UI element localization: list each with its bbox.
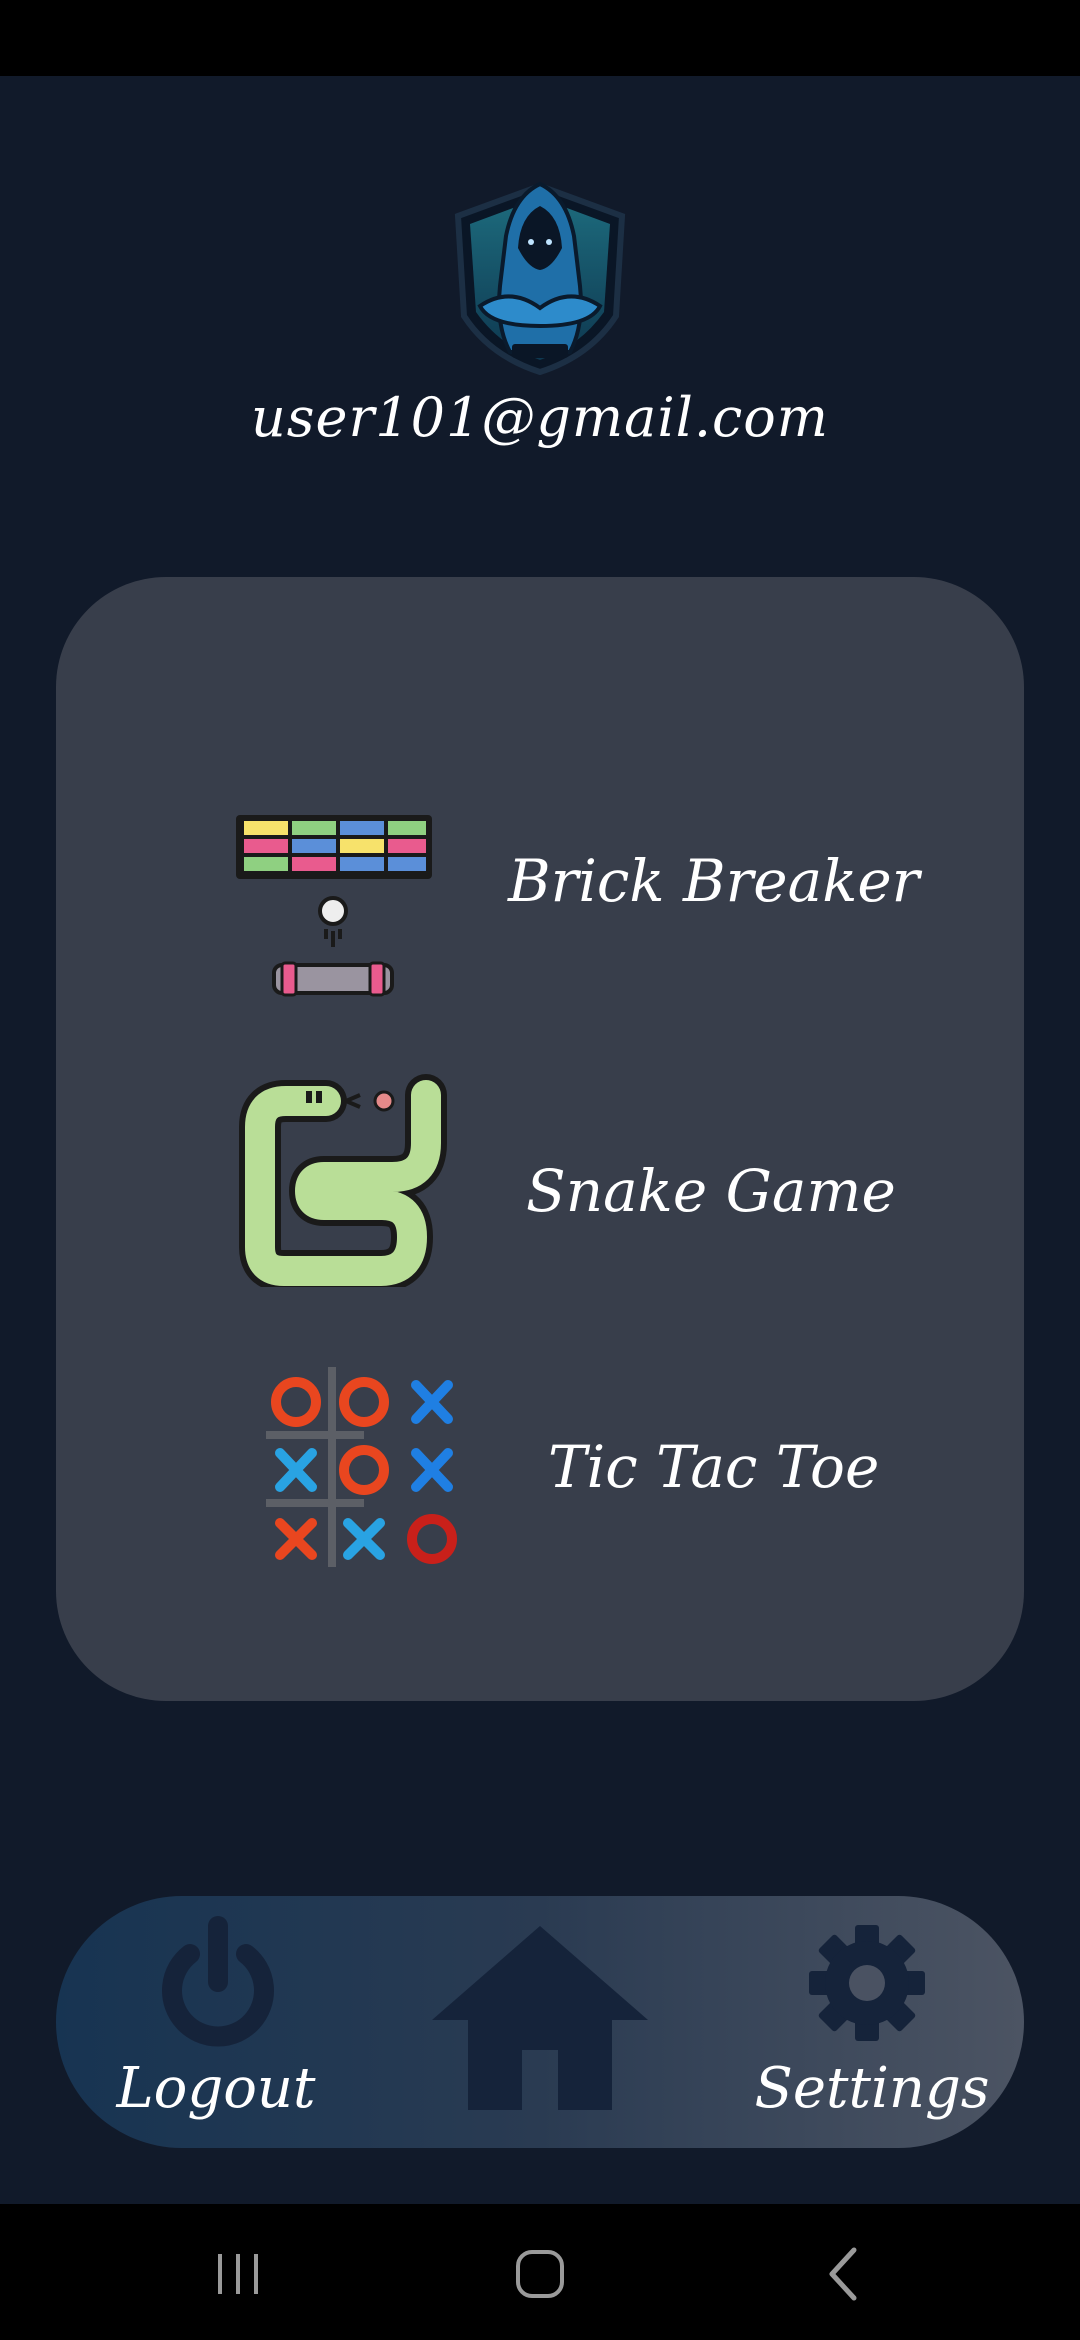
system-nav-bar xyxy=(0,2204,1080,2340)
logout-label: Logout xyxy=(116,2056,316,2121)
snake-icon xyxy=(239,1074,447,1287)
game-label: Brick Breaker xyxy=(508,847,920,915)
gear-icon xyxy=(809,1925,925,2041)
game-label: Snake Game xyxy=(526,1157,896,1225)
settings-label: Settings xyxy=(754,2056,990,2121)
hooded-avatar-icon xyxy=(454,181,626,376)
home-system-icon[interactable] xyxy=(500,2234,580,2314)
user-email: user101@gmail.com xyxy=(251,386,829,449)
power-icon xyxy=(162,1916,274,2047)
game-label: Tic Tac Toe xyxy=(548,1433,880,1501)
recent-apps-icon[interactable] xyxy=(200,2234,280,2314)
home-button[interactable] xyxy=(426,1896,654,2148)
game-item-brick-breaker[interactable]: Brick Breaker xyxy=(56,777,1024,997)
brick-breaker-icon xyxy=(236,815,432,997)
settings-button[interactable]: Settings xyxy=(740,1896,1004,2148)
bottom-nav: Logout Settings xyxy=(56,1896,1024,2148)
back-icon[interactable] xyxy=(804,2234,884,2314)
status-bar xyxy=(0,0,1080,76)
game-item-tic-tac-toe[interactable]: Tic Tac Toe xyxy=(56,1367,1024,1597)
logout-button[interactable]: Logout xyxy=(96,1896,336,2148)
tic-tac-toe-icon xyxy=(266,1367,457,1567)
game-item-snake[interactable]: Snake Game xyxy=(56,1074,1024,1317)
main-screen: user101@gmail.com Brick Breaker Snake Ga… xyxy=(0,76,1080,2204)
games-card: Brick Breaker Snake Game Tic Tac Toe xyxy=(56,577,1024,1701)
home-icon xyxy=(432,1926,648,2110)
